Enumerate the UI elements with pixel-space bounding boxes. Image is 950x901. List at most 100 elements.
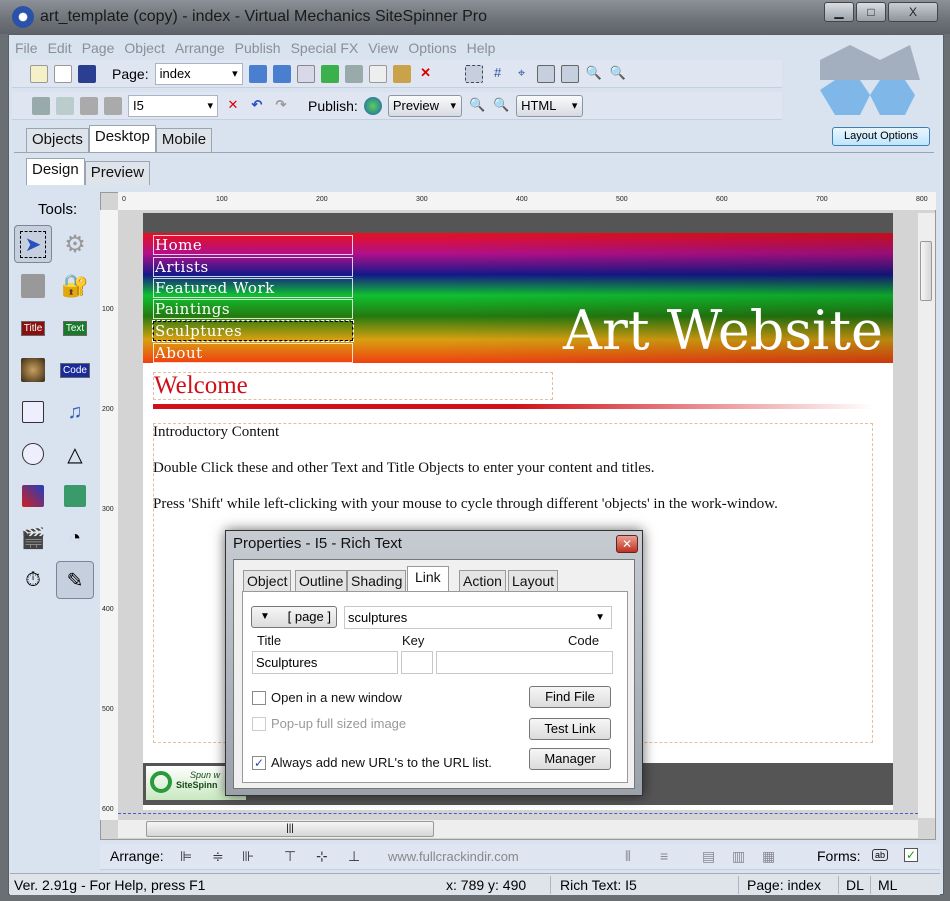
menu-options[interactable]: Options <box>403 38 461 58</box>
dialog-tab-action[interactable]: Action <box>459 570 506 592</box>
chart-tool[interactable] <box>14 477 52 515</box>
dialog-tab-link[interactable]: Link <box>407 566 449 593</box>
dialog-close-button[interactable]: ✕ <box>616 535 638 553</box>
form-checkbox-icon[interactable]: ✓ <box>904 848 918 862</box>
lock-tool[interactable]: 🔐 <box>56 267 94 305</box>
dialog-tab-outline[interactable]: Outline <box>295 570 348 592</box>
always-add-url-checkbox[interactable]: ✓ <box>252 756 266 770</box>
paste-special-icon[interactable] <box>104 96 122 115</box>
dialog-tab-object[interactable]: Object <box>243 570 292 592</box>
link-type-dropdown[interactable]: ▼ [ page ] <box>251 606 337 628</box>
preview-select[interactable]: Preview <box>387 94 463 117</box>
space-vertical-icon[interactable]: ≡ <box>660 848 668 864</box>
preview-page-icon[interactable]: 🔍 <box>468 97 486 115</box>
page-properties-icon[interactable] <box>296 64 315 83</box>
rotate-tool[interactable]: ⚙ <box>56 225 94 263</box>
text-tool[interactable]: Text <box>56 309 94 347</box>
delete-page-icon[interactable]: ✕ <box>417 65 435 83</box>
object-select[interactable]: I5 <box>128 94 218 117</box>
preview-site-icon[interactable]: 🔍 <box>492 97 510 115</box>
menu-file[interactable]: File <box>10 38 43 58</box>
media-tool[interactable]: ♫ <box>56 393 94 431</box>
delete-object-icon[interactable]: ✕ <box>224 97 242 115</box>
add-page-icon[interactable] <box>320 64 339 83</box>
align-bottom-icon[interactable]: ⊥ <box>348 848 360 865</box>
tab-objects[interactable]: Objects <box>26 128 89 152</box>
horizontal-scrollbar[interactable]: ||| <box>118 820 918 838</box>
publish-globe-icon[interactable] <box>363 96 382 115</box>
test-link-button[interactable]: Test Link <box>529 718 611 740</box>
link-title-input[interactable]: Sculptures <box>252 651 398 674</box>
menu-view[interactable]: View <box>363 38 403 58</box>
path-tool[interactable]: ◔ <box>56 519 94 557</box>
align-left-icon[interactable]: ⊫ <box>180 848 192 865</box>
select-tool[interactable]: ➤ <box>14 225 52 263</box>
minimize-button[interactable]: ▁ <box>824 2 854 22</box>
maximize-button[interactable]: □ <box>856 2 886 22</box>
select-box-icon[interactable] <box>464 64 483 83</box>
horizontal-scroll-thumb[interactable]: ||| <box>146 821 434 837</box>
manager-button[interactable]: Manager <box>529 748 611 770</box>
nav-sculptures[interactable]: Sculptures <box>152 320 354 342</box>
menu-page[interactable]: Page <box>77 38 120 58</box>
link-target-select[interactable]: sculptures ▼ <box>344 606 612 629</box>
link-code-input[interactable] <box>436 651 613 674</box>
new-page-icon[interactable] <box>30 64 48 83</box>
tab-mobile[interactable]: Mobile <box>155 128 213 152</box>
paste-icon[interactable] <box>392 64 411 83</box>
dialog-tab-layout[interactable]: Layout <box>508 570 559 592</box>
popup-image-checkbox[interactable] <box>252 717 266 731</box>
ellipse-tool[interactable] <box>14 435 52 473</box>
grid-icon[interactable]: # <box>489 65 507 83</box>
nav-about[interactable]: About <box>153 343 353 363</box>
nav-home[interactable]: Home <box>153 235 353 255</box>
link-key-input[interactable] <box>401 651 433 674</box>
page-select[interactable]: index <box>154 62 243 85</box>
open-new-window-checkbox[interactable] <box>252 691 266 705</box>
menu-help[interactable]: Help <box>462 38 501 58</box>
movie-tool[interactable]: 🎬 <box>14 519 52 557</box>
edit-tool[interactable]: ✎ <box>56 561 94 599</box>
align-right-icon[interactable]: ⊪ <box>242 848 254 865</box>
tab-desktop[interactable]: Desktop <box>88 125 156 152</box>
guides-icon[interactable] <box>560 64 579 83</box>
close-button[interactable]: X <box>888 2 938 22</box>
same-height-icon[interactable]: ▥ <box>732 848 745 865</box>
paste-object-icon[interactable] <box>80 96 98 115</box>
find-file-button[interactable]: Find File <box>529 686 611 708</box>
copy-object-icon[interactable] <box>56 96 74 115</box>
site-banner[interactable]: Home Artists Featured Work Paintings Scu… <box>143 233 893 363</box>
vertical-scroll-thumb[interactable] <box>920 241 932 301</box>
site-heading[interactable]: Art Website <box>563 299 883 362</box>
code-tool[interactable]: Code <box>56 351 94 389</box>
cut-object-icon[interactable] <box>32 96 50 115</box>
align-top-icon[interactable]: ⊤ <box>284 848 296 865</box>
same-width-icon[interactable]: ▤ <box>702 848 715 865</box>
title-tool[interactable]: Title <box>14 309 52 347</box>
nav-artists[interactable]: Artists <box>153 257 353 277</box>
menu-edit[interactable]: Edit <box>43 38 77 58</box>
nav-paintings[interactable]: Paintings <box>153 299 353 319</box>
redo-icon[interactable]: ↷ <box>272 97 290 115</box>
dialog-tab-shading[interactable]: Shading <box>347 570 407 592</box>
same-size-icon[interactable]: ▦ <box>762 848 775 865</box>
next-page-icon[interactable] <box>272 64 291 83</box>
menu-arrange[interactable]: Arrange <box>170 38 230 58</box>
open-icon[interactable] <box>54 64 72 83</box>
copy-icon[interactable] <box>368 64 387 83</box>
shape-edit-tool[interactable] <box>14 267 52 305</box>
cut-icon[interactable] <box>344 64 363 83</box>
zoom-fit-icon[interactable]: 🔍 <box>585 65 603 83</box>
save-icon[interactable] <box>78 64 96 83</box>
image-tool[interactable] <box>14 351 52 389</box>
align-center-icon[interactable]: ≑ <box>212 848 224 865</box>
format-select[interactable]: HTML <box>516 94 584 117</box>
timer-tool[interactable]: ⏱ <box>14 561 52 599</box>
menu-object[interactable]: Object <box>119 38 169 58</box>
form-textfield-icon[interactable]: ab <box>872 849 889 861</box>
rectangle-tool[interactable] <box>14 393 52 431</box>
polygon-tool[interactable]: △ <box>56 435 94 473</box>
menu-special-fx[interactable]: Special FX <box>286 38 364 58</box>
vertical-scrollbar[interactable] <box>918 213 935 818</box>
previous-page-icon[interactable] <box>248 64 267 83</box>
